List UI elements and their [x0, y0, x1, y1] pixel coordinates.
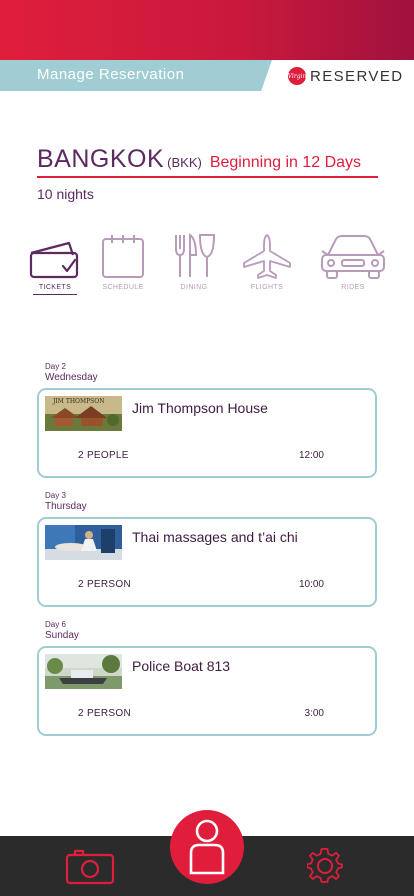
reservation-card[interactable]: Police Boat 813 2 PERSON 3:00	[37, 646, 377, 736]
thumbnail-image: JIM THOMPSON	[45, 396, 122, 431]
profile-button[interactable]	[170, 810, 244, 884]
tab-rides[interactable]: RIDES	[320, 233, 386, 291]
brand-name: RESERVED	[310, 67, 404, 85]
tab-label: SCHEDULE	[102, 284, 144, 291]
dining-icon	[175, 233, 216, 277]
tab-dining[interactable]: DINING	[172, 233, 216, 291]
reservation-card[interactable]: Thai massages and t’ai chi 2 PERSON 10:0…	[37, 517, 377, 607]
party-size: 2 PERSON	[78, 708, 131, 719]
thumbnail-image	[45, 525, 122, 560]
thumbnail-caption: JIM THOMPSON	[53, 398, 105, 405]
car-icon	[321, 235, 385, 279]
day-number: Day 6	[45, 620, 66, 629]
tab-label: FLIGHTS	[250, 284, 284, 291]
trip-nights: 10 nights	[37, 186, 94, 202]
reservation-time: 12:00	[298, 450, 324, 461]
airport-code: (BKK)	[167, 155, 202, 170]
party-size: 2 PEOPLE	[78, 450, 129, 461]
gear-icon	[306, 848, 343, 883]
card-title: Police Boat 813	[132, 658, 231, 674]
camera-button[interactable]	[65, 847, 115, 890]
profile-icon	[189, 819, 225, 875]
top-banner	[0, 0, 414, 60]
countdown: Beginning in 12 Days	[209, 154, 362, 171]
settings-button[interactable]	[306, 848, 343, 889]
party-size: 2 PERSON	[78, 579, 131, 590]
page-title: Manage Reservation	[37, 66, 185, 83]
day-header: Day 2 Wednesday	[45, 361, 98, 383]
day-number: Day 3	[45, 491, 66, 500]
thumbnail-image	[45, 654, 122, 689]
ticket-icon	[29, 241, 79, 279]
card-title: Jim Thompson House	[132, 400, 268, 416]
reservation-time: 3:00	[304, 708, 324, 719]
reservation-time: 10:00	[298, 579, 324, 590]
camera-icon	[65, 849, 115, 885]
tab-label: DINING	[180, 284, 208, 291]
tab-schedule[interactable]: SCHEDULE	[101, 233, 145, 291]
city-name: BANGKOK	[37, 145, 165, 173]
tab-flights[interactable]: FLIGHTS	[242, 233, 292, 291]
tab-label: RIDES	[341, 284, 365, 291]
day-header: Day 3 Thursday	[45, 490, 87, 512]
virgin-logo: Virgin	[288, 67, 306, 85]
weekday: Thursday	[45, 501, 87, 512]
reservation-card[interactable]: JIM THOMPSON Jim Thompson House 2 PEOPLE…	[37, 388, 377, 478]
trip-header: BANGKOK (BKK) Beginning in 12 Days	[37, 145, 378, 178]
weekday: Sunday	[45, 630, 79, 641]
calendar-icon	[102, 235, 144, 278]
day-header: Day 6 Sunday	[45, 619, 79, 641]
tab-label: TICKETS	[32, 284, 78, 295]
weekday: Wednesday	[45, 372, 98, 383]
day-number: Day 2	[45, 362, 66, 371]
airplane-icon	[243, 234, 291, 279]
tab-tickets[interactable]: TICKETS	[29, 233, 81, 295]
brand: Virgin RESERVED	[288, 66, 403, 86]
card-title: Thai massages and t’ai chi	[132, 529, 298, 545]
